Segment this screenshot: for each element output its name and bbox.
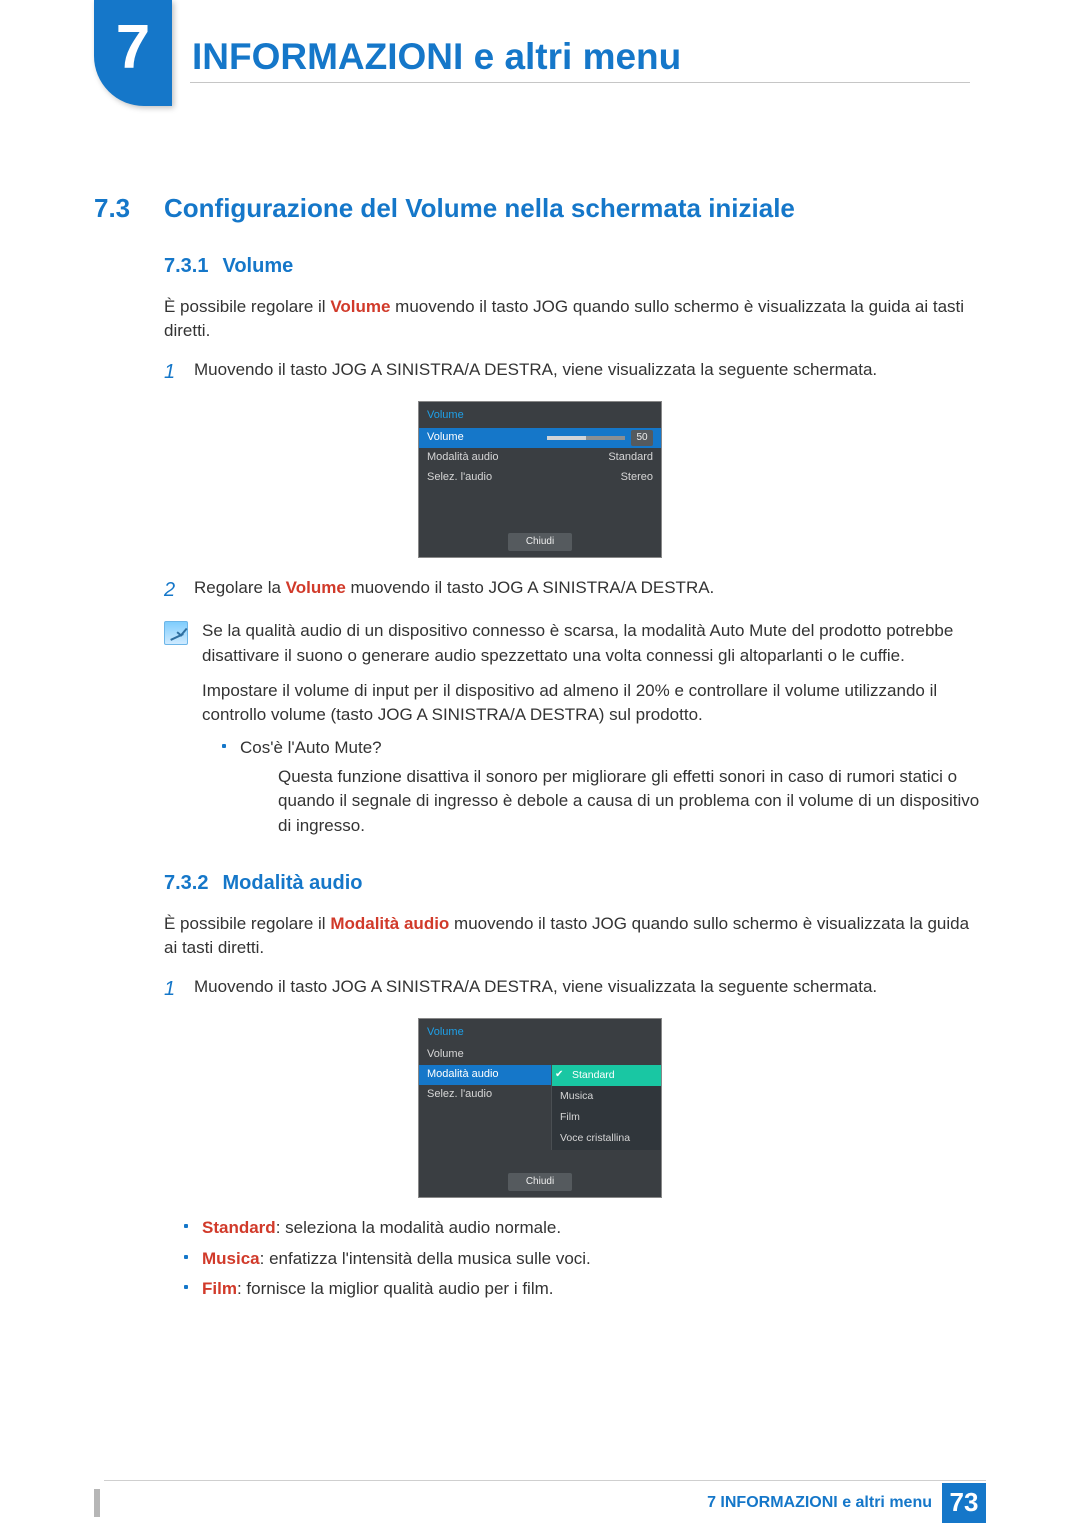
note-paragraph: Impostare il volume di input per il disp…	[202, 679, 986, 728]
footer-chapter-label: 7 INFORMAZIONI e altri menu	[707, 1491, 932, 1514]
keyword-standard: Standard	[202, 1218, 276, 1237]
section-number: 7.3	[94, 190, 164, 228]
osd-volume-panel: Volume Volume 50 Modalità audio Standard…	[418, 401, 662, 558]
chapter-title: INFORMAZIONI e altri menu	[192, 30, 681, 84]
osd-value: Stereo	[593, 470, 653, 486]
keyword-film: Film	[202, 1279, 237, 1298]
bullet-text: : fornisce la miglior qualità audio per …	[237, 1279, 554, 1298]
osd-close-button[interactable]: Chiudi	[508, 533, 572, 552]
note-answer: Questa funzione disattiva il sonoro per …	[278, 765, 986, 839]
step-number: 2	[164, 576, 194, 605]
footer-page-number: 73	[942, 1483, 986, 1523]
osd-footer: Chiudi	[419, 1168, 661, 1198]
osd-close-button[interactable]: Chiudi	[508, 1173, 572, 1192]
osd-row-volume[interactable]: Volume	[419, 1045, 661, 1065]
osd-value: Standard	[593, 450, 653, 466]
step-2: 2 Regolare la Volume muovendo il tasto J…	[164, 576, 986, 605]
keyword-audio-mode: Modalità audio	[330, 914, 449, 933]
keyword-volume: Volume	[286, 578, 346, 597]
osd-label: Volume	[427, 430, 547, 446]
bullet-text: : enfatizza l'intensità della musica sul…	[260, 1249, 591, 1268]
text-fragment: Regolare la	[194, 578, 286, 597]
keyword-musica: Musica	[202, 1249, 260, 1268]
step-text: Regolare la Volume muovendo il tasto JOG…	[194, 576, 986, 605]
bullet-film: Film: fornisce la miglior qualità audio …	[184, 1277, 986, 1302]
section-title: Configurazione del Volume nella schermat…	[164, 190, 974, 228]
osd-row-select-audio[interactable]: Selez. l'audio	[419, 1085, 551, 1105]
note-icon	[164, 621, 188, 645]
text-fragment: muovendo il tasto JOG A SINISTRA/A DESTR…	[346, 578, 714, 597]
osd-volume-slider[interactable]	[547, 436, 625, 440]
page-footer: 7 INFORMAZIONI e altri menu 73	[0, 1479, 1080, 1527]
osd-footer: Chiudi	[419, 528, 661, 558]
bullet-text: : seleziona la modalità audio normale.	[276, 1218, 561, 1237]
step-1: 1 Muovendo il tasto JOG A SINISTRA/A DES…	[164, 358, 986, 387]
osd-label: Modalità audio	[427, 450, 593, 466]
osd-audio-mode-panel: Volume Volume Modalità audio Selez. l'au…	[418, 1018, 662, 1198]
osd-option-standard[interactable]: Standard	[552, 1065, 661, 1086]
osd-label: Volume	[427, 1047, 653, 1063]
osd-option-voce[interactable]: Voce cristallina	[552, 1128, 661, 1149]
subsection-number: 7.3.2	[164, 872, 208, 894]
text-fragment: È possibile regolare il	[164, 297, 330, 316]
subsection-title: Modalità audio	[222, 872, 362, 894]
osd-row-volume[interactable]: Volume 50	[419, 428, 661, 448]
chapter-divider	[190, 82, 970, 83]
note-question: Cos'è l'Auto Mute?	[240, 738, 382, 757]
osd-dropdown-audio-mode[interactable]: Standard Musica Film Voce cristallina	[551, 1065, 661, 1150]
step-text: Muovendo il tasto JOG A SINISTRA/A DESTR…	[194, 975, 986, 1004]
footer-divider	[104, 1480, 986, 1481]
step-1-audio-mode: 1 Muovendo il tasto JOG A SINISTRA/A DES…	[164, 975, 986, 1004]
bullet-musica: Musica: enfatizza l'intensità della musi…	[184, 1247, 986, 1272]
step-number: 1	[164, 358, 194, 387]
audio-mode-intro: È possibile regolare il Modalità audio m…	[164, 912, 986, 961]
osd-option-musica[interactable]: Musica	[552, 1086, 661, 1107]
osd-title: Volume	[419, 402, 661, 428]
note-bullet: Cos'è l'Auto Mute? Questa funzione disat…	[222, 736, 986, 839]
subsection-heading-audio-mode: 7.3.2 Modalità audio	[164, 869, 986, 898]
volume-intro: È possibile regolare il Volume muovendo …	[164, 295, 986, 344]
footer-accent-bar	[94, 1489, 100, 1517]
keyword-volume: Volume	[330, 297, 390, 316]
osd-title: Volume	[419, 1019, 661, 1045]
subsection-heading-volume: 7.3.1 Volume	[164, 252, 986, 281]
step-text: Muovendo il tasto JOG A SINISTRA/A DESTR…	[194, 358, 986, 387]
subsection-number: 7.3.1	[164, 255, 208, 277]
step-number: 1	[164, 975, 194, 1004]
subsection-title: Volume	[222, 255, 293, 277]
osd-volume-value: 50	[631, 430, 653, 446]
note-paragraph: Se la qualità audio di un dispositivo co…	[202, 619, 986, 668]
osd-option-film[interactable]: Film	[552, 1107, 661, 1128]
note-block: Se la qualità audio di un dispositivo co…	[164, 619, 986, 844]
osd-label: Modalità audio	[427, 1067, 543, 1083]
osd-row-select-audio[interactable]: Selez. l'audio Stereo	[419, 468, 661, 488]
osd-row-audio-mode[interactable]: Modalità audio Standard	[419, 448, 661, 468]
osd-row-audio-mode[interactable]: Modalità audio	[419, 1065, 551, 1085]
bullet-standard: Standard: seleziona la modalità audio no…	[184, 1216, 986, 1241]
osd-label: Selez. l'audio	[427, 1087, 543, 1103]
text-fragment: È possibile regolare il	[164, 914, 330, 933]
osd-label: Selez. l'audio	[427, 470, 593, 486]
